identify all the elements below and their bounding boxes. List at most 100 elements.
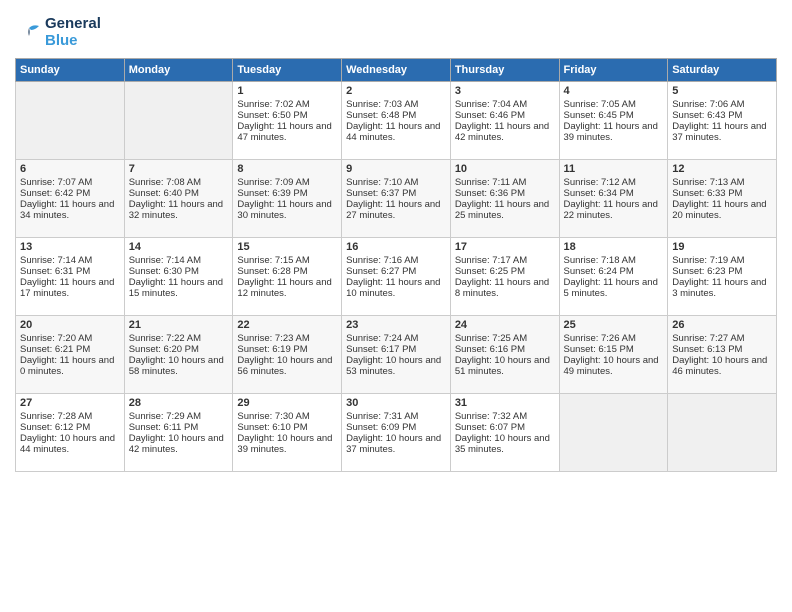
sunrise-text: Sunrise: 7:08 AM [129,177,201,188]
day-number: 5 [672,85,772,97]
sunset-text: Sunset: 6:23 PM [672,266,742,277]
sunrise-text: Sunrise: 7:03 AM [346,99,418,110]
week-row-5: 27 Sunrise: 7:28 AM Sunset: 6:12 PM Dayl… [16,393,777,471]
sunrise-text: Sunrise: 7:04 AM [455,99,527,110]
sunrise-text: Sunrise: 7:22 AM [129,333,201,344]
sunrise-text: Sunrise: 7:18 AM [564,255,636,266]
sunset-text: Sunset: 6:24 PM [564,266,634,277]
header-thursday: Thursday [450,58,559,81]
sunset-text: Sunset: 6:28 PM [237,266,307,277]
daylight-text: Daylight: 11 hours and 42 minutes. [455,121,549,143]
day-number: 6 [20,163,120,175]
calendar-cell: 1 Sunrise: 7:02 AM Sunset: 6:50 PM Dayli… [233,81,342,159]
calendar-cell: 10 Sunrise: 7:11 AM Sunset: 6:36 PM Dayl… [450,159,559,237]
sunset-text: Sunset: 6:42 PM [20,188,90,199]
sunrise-text: Sunrise: 7:31 AM [346,411,418,422]
day-number: 10 [455,163,555,175]
day-number: 13 [20,241,120,253]
day-number: 4 [564,85,664,97]
header-monday: Monday [124,58,233,81]
calendar-cell: 20 Sunrise: 7:20 AM Sunset: 6:21 PM Dayl… [16,315,125,393]
daylight-text: Daylight: 11 hours and 27 minutes. [346,199,440,221]
calendar-cell: 26 Sunrise: 7:27 AM Sunset: 6:13 PM Dayl… [668,315,777,393]
daylight-text: Daylight: 10 hours and 56 minutes. [237,355,332,377]
day-number: 31 [455,397,555,409]
calendar-cell: 9 Sunrise: 7:10 AM Sunset: 6:37 PM Dayli… [342,159,451,237]
sunset-text: Sunset: 6:31 PM [20,266,90,277]
sunrise-text: Sunrise: 7:32 AM [455,411,527,422]
calendar-cell: 21 Sunrise: 7:22 AM Sunset: 6:20 PM Dayl… [124,315,233,393]
calendar-cell: 30 Sunrise: 7:31 AM Sunset: 6:09 PM Dayl… [342,393,451,471]
sunset-text: Sunset: 6:17 PM [346,344,416,355]
calendar-cell: 15 Sunrise: 7:15 AM Sunset: 6:28 PM Dayl… [233,237,342,315]
header-tuesday: Tuesday [233,58,342,81]
sunrise-text: Sunrise: 7:28 AM [20,411,92,422]
day-number: 11 [564,163,664,175]
sunset-text: Sunset: 6:07 PM [455,422,525,433]
sunset-text: Sunset: 6:37 PM [346,188,416,199]
header-sunday: Sunday [16,58,125,81]
sunset-text: Sunset: 6:45 PM [564,110,634,121]
day-number: 3 [455,85,555,97]
calendar-cell: 16 Sunrise: 7:16 AM Sunset: 6:27 PM Dayl… [342,237,451,315]
logo-line2: Blue [45,32,101,49]
sunset-text: Sunset: 6:30 PM [129,266,199,277]
calendar-cell [16,81,125,159]
day-number: 28 [129,397,229,409]
day-number: 22 [237,319,337,331]
calendar-cell: 2 Sunrise: 7:03 AM Sunset: 6:48 PM Dayli… [342,81,451,159]
calendar-cell: 18 Sunrise: 7:18 AM Sunset: 6:24 PM Dayl… [559,237,668,315]
daylight-text: Daylight: 10 hours and 49 minutes. [564,355,659,377]
day-number: 27 [20,397,120,409]
sunrise-text: Sunrise: 7:09 AM [237,177,309,188]
header-saturday: Saturday [668,58,777,81]
sunrise-text: Sunrise: 7:12 AM [564,177,636,188]
sunset-text: Sunset: 6:13 PM [672,344,742,355]
sunrise-text: Sunrise: 7:14 AM [20,255,92,266]
daylight-text: Daylight: 11 hours and 44 minutes. [346,121,440,143]
day-number: 7 [129,163,229,175]
day-number: 29 [237,397,337,409]
daylight-text: Daylight: 10 hours and 46 minutes. [672,355,767,377]
calendar-cell: 31 Sunrise: 7:32 AM Sunset: 6:07 PM Dayl… [450,393,559,471]
sunrise-text: Sunrise: 7:14 AM [129,255,201,266]
sunrise-text: Sunrise: 7:13 AM [672,177,744,188]
daylight-text: Daylight: 11 hours and 37 minutes. [672,121,766,143]
calendar-cell: 5 Sunrise: 7:06 AM Sunset: 6:43 PM Dayli… [668,81,777,159]
daylight-text: Daylight: 10 hours and 35 minutes. [455,433,550,455]
week-row-1: 1 Sunrise: 7:02 AM Sunset: 6:50 PM Dayli… [16,81,777,159]
sunset-text: Sunset: 6:50 PM [237,110,307,121]
calendar-cell: 29 Sunrise: 7:30 AM Sunset: 6:10 PM Dayl… [233,393,342,471]
daylight-text: Daylight: 11 hours and 39 minutes. [564,121,658,143]
day-number: 25 [564,319,664,331]
calendar-cell: 4 Sunrise: 7:05 AM Sunset: 6:45 PM Dayli… [559,81,668,159]
sunset-text: Sunset: 6:19 PM [237,344,307,355]
sunrise-text: Sunrise: 7:20 AM [20,333,92,344]
logo-line1: General [45,15,101,32]
daylight-text: Daylight: 10 hours and 58 minutes. [129,355,224,377]
daylight-text: Daylight: 11 hours and 20 minutes. [672,199,766,221]
sunrise-text: Sunrise: 7:02 AM [237,99,309,110]
day-number: 19 [672,241,772,253]
daylight-text: Daylight: 11 hours and 8 minutes. [455,277,549,299]
daylight-text: Daylight: 10 hours and 37 minutes. [346,433,441,455]
sunrise-text: Sunrise: 7:26 AM [564,333,636,344]
calendar-cell: 23 Sunrise: 7:24 AM Sunset: 6:17 PM Dayl… [342,315,451,393]
daylight-text: Daylight: 10 hours and 53 minutes. [346,355,441,377]
sunset-text: Sunset: 6:21 PM [20,344,90,355]
sunset-text: Sunset: 6:20 PM [129,344,199,355]
day-number: 17 [455,241,555,253]
sunrise-text: Sunrise: 7:11 AM [455,177,527,188]
daylight-text: Daylight: 10 hours and 39 minutes. [237,433,332,455]
day-number: 30 [346,397,446,409]
daylight-text: Daylight: 11 hours and 47 minutes. [237,121,331,143]
calendar-cell: 11 Sunrise: 7:12 AM Sunset: 6:34 PM Dayl… [559,159,668,237]
sunrise-text: Sunrise: 7:27 AM [672,333,744,344]
daylight-text: Daylight: 11 hours and 30 minutes. [237,199,331,221]
sunset-text: Sunset: 6:34 PM [564,188,634,199]
calendar-cell: 28 Sunrise: 7:29 AM Sunset: 6:11 PM Dayl… [124,393,233,471]
day-number: 1 [237,85,337,97]
calendar-cell: 14 Sunrise: 7:14 AM Sunset: 6:30 PM Dayl… [124,237,233,315]
sunrise-text: Sunrise: 7:30 AM [237,411,309,422]
logo-bird-icon [15,18,43,46]
